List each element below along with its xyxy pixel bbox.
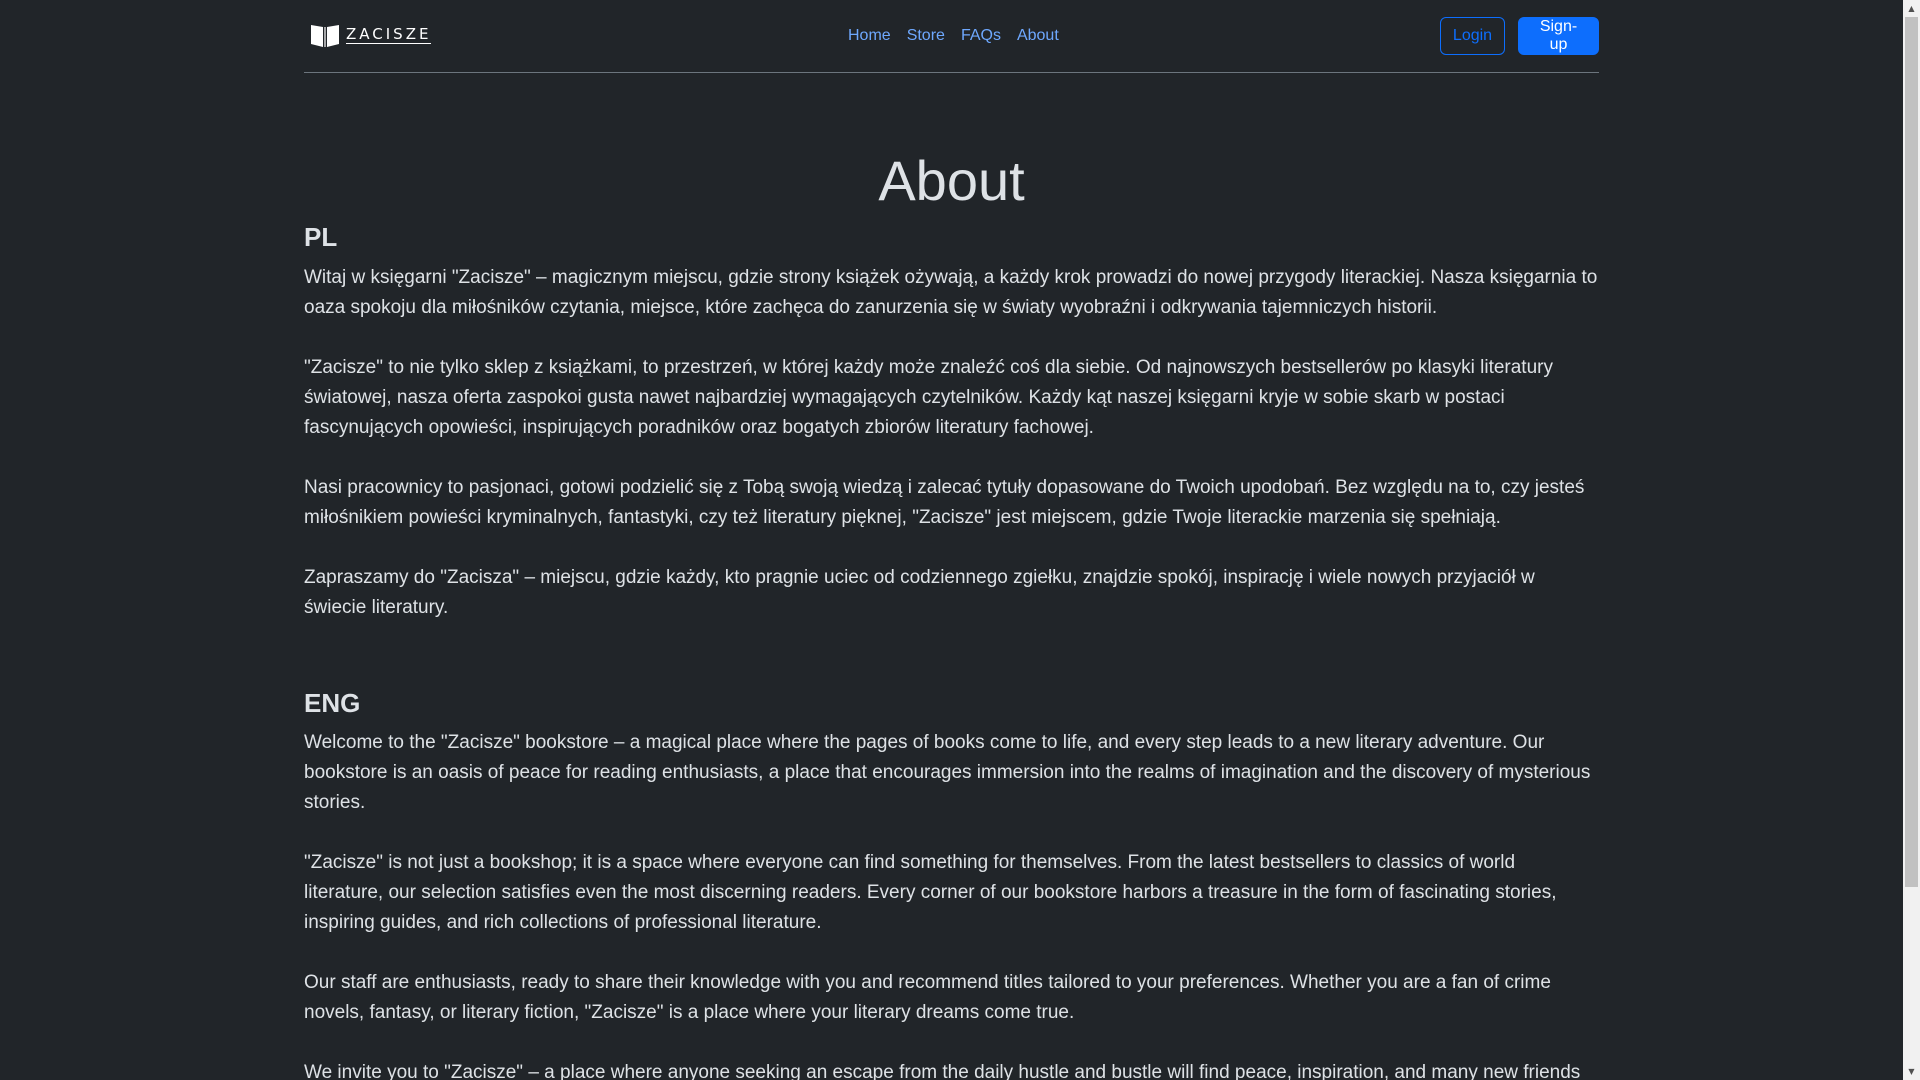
pl-paragraph-2: "Zacisze" to nie tylko sklep z książkami…	[304, 357, 1553, 438]
nav-link-home[interactable]: Home	[848, 25, 891, 47]
scrollbar-thumb[interactable]	[1905, 17, 1918, 887]
eng-paragraph-2: "Zacisze" is not just a bookshop; it is …	[304, 852, 1557, 933]
chevron-down-icon[interactable]: ▼	[1903, 1063, 1920, 1080]
site-header: ZACISZE Home Store FAQs About Login Sign…	[304, 0, 1599, 73]
main-container: ZACISZE Home Store FAQs About Login Sign…	[304, 0, 1599, 1080]
chevron-up-icon[interactable]: ▲	[1903, 0, 1920, 17]
vertical-scrollbar[interactable]: ▲ ▼	[1903, 0, 1920, 1080]
brand-name: ZACISZE	[346, 25, 432, 44]
eng-paragraph-3: Our staff are enthusiasts, ready to shar…	[304, 972, 1551, 1023]
nav-link-faqs[interactable]: FAQs	[961, 25, 1001, 47]
signup-button[interactable]: Sign-up	[1518, 17, 1599, 55]
section-heading-eng: ENG	[304, 688, 361, 718]
section-heading-pl: PL	[304, 222, 338, 252]
nav-link-about[interactable]: About	[1017, 25, 1059, 47]
page-title: About	[878, 149, 1025, 212]
pl-paragraph-1: Witaj w księgarni "Zacisze" – magicznym …	[304, 267, 1598, 318]
login-button[interactable]: Login	[1440, 17, 1505, 55]
nav-link-store[interactable]: Store	[907, 25, 945, 47]
eng-paragraph-4: We invite you to "Zacisze" – a place whe…	[304, 1062, 1581, 1080]
open-book-icon	[310, 22, 340, 48]
brand-logo-link[interactable]: ZACISZE	[310, 22, 432, 48]
about-page: ZACISZE Home Store FAQs About Login Sign…	[0, 0, 1920, 1080]
pl-paragraph-3: Nasi pracownicy to pasjonaci, gotowi pod…	[304, 477, 1585, 528]
eng-paragraph-1: Welcome to the "Zacisze" bookstore – a m…	[304, 732, 1591, 813]
pl-paragraph-4: Zapraszamy do "Zacisza" – miejscu, gdzie…	[304, 567, 1535, 618]
main-nav: Home Store FAQs About	[848, 25, 1059, 47]
auth-actions: Login Sign-up	[1440, 17, 1599, 55]
